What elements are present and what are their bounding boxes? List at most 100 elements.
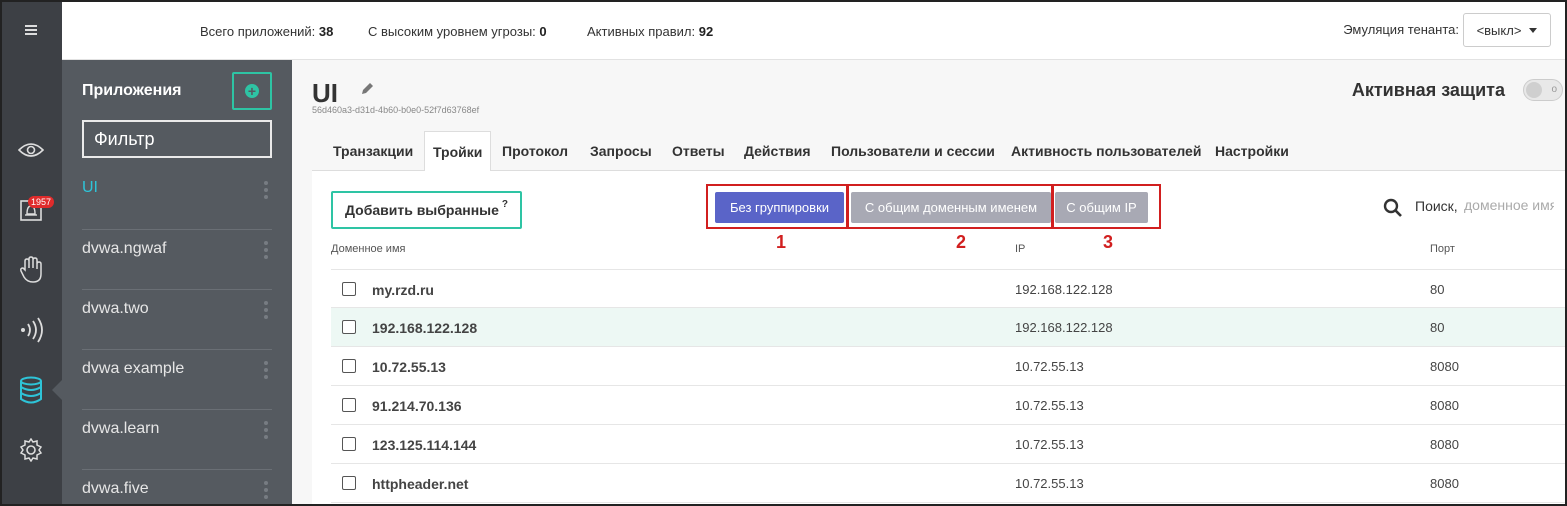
tab-transactions[interactable]: Транзакции (333, 131, 413, 171)
app-item-label: dvwa.ngwaf (82, 240, 167, 257)
app-item-dvwa-ngwaf[interactable]: dvwa.ngwaf (62, 230, 292, 290)
tenant-label: Эмуляция тенанта: (1343, 22, 1459, 37)
table-row[interactable]: 10.72.55.13 10.72.55.13 8080 (331, 347, 1567, 386)
app-item-dvwa-example[interactable]: dvwa example (62, 350, 292, 410)
apps-filter-input[interactable] (82, 120, 272, 158)
apps-title: Приложения (82, 82, 182, 99)
row-checkbox[interactable] (342, 476, 356, 490)
app-item-label: dvwa.learn (82, 420, 160, 437)
app-item-label: dvwa.five (82, 480, 149, 497)
kebab-icon[interactable] (264, 301, 268, 319)
plus-icon: + (245, 84, 259, 98)
row-checkbox[interactable] (342, 398, 356, 412)
help-icon[interactable]: ? (502, 199, 508, 210)
row-checkbox[interactable] (342, 437, 356, 451)
stat-active-rules: Активных правил: 92 (587, 24, 714, 39)
cell-port: 8080 (1430, 476, 1459, 491)
kebab-icon[interactable] (264, 241, 268, 259)
cell-domain: 91.214.70.136 (372, 398, 462, 414)
row-checkbox[interactable] (342, 282, 356, 296)
tab-triples[interactable]: Тройки (424, 131, 492, 172)
app-item-dvwa-two[interactable]: dvwa.two (62, 290, 292, 350)
column-header-domain: Доменное имя (331, 243, 406, 255)
toggle-off-icon: o (1551, 84, 1557, 95)
search-icon[interactable] (1383, 198, 1403, 223)
add-selected-button[interactable]: Добавить выбранные? (331, 191, 522, 229)
table-row[interactable]: my.rzd.ru 192.168.122.128 80 (331, 269, 1567, 308)
stat-high-threat: С высоким уровнем угрозы: 0 (368, 24, 547, 39)
main-content: UI 56d460a3-d31d-4b60-b0e0-52f7d63768ef … (292, 60, 1567, 506)
search-label: Поиск, (1415, 198, 1458, 214)
chevron-down-icon (1529, 27, 1538, 33)
column-header-ip: IP (1015, 243, 1026, 255)
app-item-label: dvwa example (82, 360, 185, 377)
cell-ip: 10.72.55.13 (1015, 359, 1084, 374)
tab-requests[interactable]: Запросы (590, 131, 652, 171)
table-row[interactable]: httpheader.net 10.72.55.13 8080 (331, 464, 1567, 503)
hand-icon[interactable] (0, 250, 62, 290)
apps-sidebar: Приложения + UI dvwa.ngwaf dvwa.two dvwa… (62, 60, 292, 506)
top-bar: Всего приложений: 38 С высоким уровнем у… (62, 0, 1567, 60)
tab-actions[interactable]: Действия (744, 131, 811, 171)
table-row[interactable]: 192.168.122.128 192.168.122.128 80 (331, 308, 1567, 347)
signal-icon[interactable] (0, 310, 62, 350)
pencil-icon[interactable] (360, 82, 374, 101)
annotation-number-3: 3 (1103, 232, 1114, 252)
toggle-knob (1526, 82, 1542, 98)
annotation-box-2 (847, 184, 1053, 229)
row-checkbox[interactable] (342, 320, 356, 334)
app-item-label: UI (82, 179, 98, 196)
cell-domain: httpheader.net (372, 476, 469, 492)
alert-count-badge: 1957 (28, 196, 55, 208)
kebab-icon[interactable] (264, 481, 268, 499)
add-app-button[interactable]: + (232, 72, 272, 110)
search-input[interactable] (1464, 197, 1554, 213)
app-item-ui[interactable]: UI (62, 170, 292, 230)
eye-icon[interactable] (0, 130, 62, 170)
cell-port: 8080 (1430, 359, 1459, 374)
cell-port: 8080 (1430, 398, 1459, 413)
table-row[interactable]: 123.125.114.144 10.72.55.13 8080 (331, 425, 1567, 464)
app-item-dvwa-learn[interactable]: dvwa.learn (62, 410, 292, 470)
stat-total-apps: Всего приложений: 38 (200, 24, 334, 39)
menu-icon[interactable] (0, 10, 62, 50)
app-item-label: dvwa.two (82, 300, 149, 317)
tab-protocol[interactable]: Протокол (502, 131, 568, 171)
add-selected-label: Добавить выбранные (345, 202, 499, 218)
cell-domain: 10.72.55.13 (372, 359, 446, 375)
cell-port: 80 (1430, 320, 1445, 335)
cell-port: 8080 (1430, 437, 1459, 452)
triples-panel: Добавить выбранные? Без группировки С об… (312, 171, 1567, 506)
active-pointer (52, 380, 62, 400)
cell-ip: 192.168.122.128 (1015, 282, 1113, 297)
tenant-select[interactable]: <выкл> (1463, 13, 1551, 47)
kebab-icon[interactable] (264, 181, 268, 199)
tenant-value: <выкл> (1476, 22, 1522, 38)
active-protection-label: Активная защита (1351, 80, 1505, 100)
cell-ip: 192.168.122.128 (1015, 320, 1113, 335)
annotation-number-1: 1 (776, 232, 787, 252)
tab-settings[interactable]: Настройки (1215, 131, 1289, 171)
cell-domain: my.rzd.ru (372, 282, 434, 298)
app-item-dvwa-five[interactable]: dvwa.five (62, 470, 292, 506)
tab-responses[interactable]: Ответы (672, 131, 725, 171)
tabs-bar: Транзакции Тройки Протокол Запросы Ответ… (312, 131, 1567, 172)
kebab-icon[interactable] (264, 361, 268, 379)
icon-rail: 1957 (0, 0, 62, 506)
annotation-number-2: 2 (956, 232, 967, 252)
cell-domain: 192.168.122.128 (372, 320, 478, 336)
tab-users-sessions[interactable]: Пользователи и сессии (831, 131, 995, 171)
active-protection-toggle[interactable]: o (1523, 79, 1563, 101)
app-id: 56d460a3-d31d-4b60-b0e0-52f7d63768ef (312, 105, 480, 115)
cell-ip: 10.72.55.13 (1015, 398, 1084, 413)
annotation-box-3 (1052, 184, 1161, 229)
kebab-icon[interactable] (264, 421, 268, 439)
cell-domain: 123.125.114.144 (372, 437, 477, 453)
cell-ip: 10.72.55.13 (1015, 437, 1084, 452)
gear-icon[interactable] (0, 430, 62, 470)
row-checkbox[interactable] (342, 359, 356, 373)
tab-user-activity[interactable]: Активность пользователей (1011, 131, 1201, 171)
table-row[interactable]: 91.214.70.136 10.72.55.13 8080 (331, 386, 1567, 425)
cell-ip: 10.72.55.13 (1015, 476, 1084, 491)
annotation-box-1 (706, 184, 848, 229)
